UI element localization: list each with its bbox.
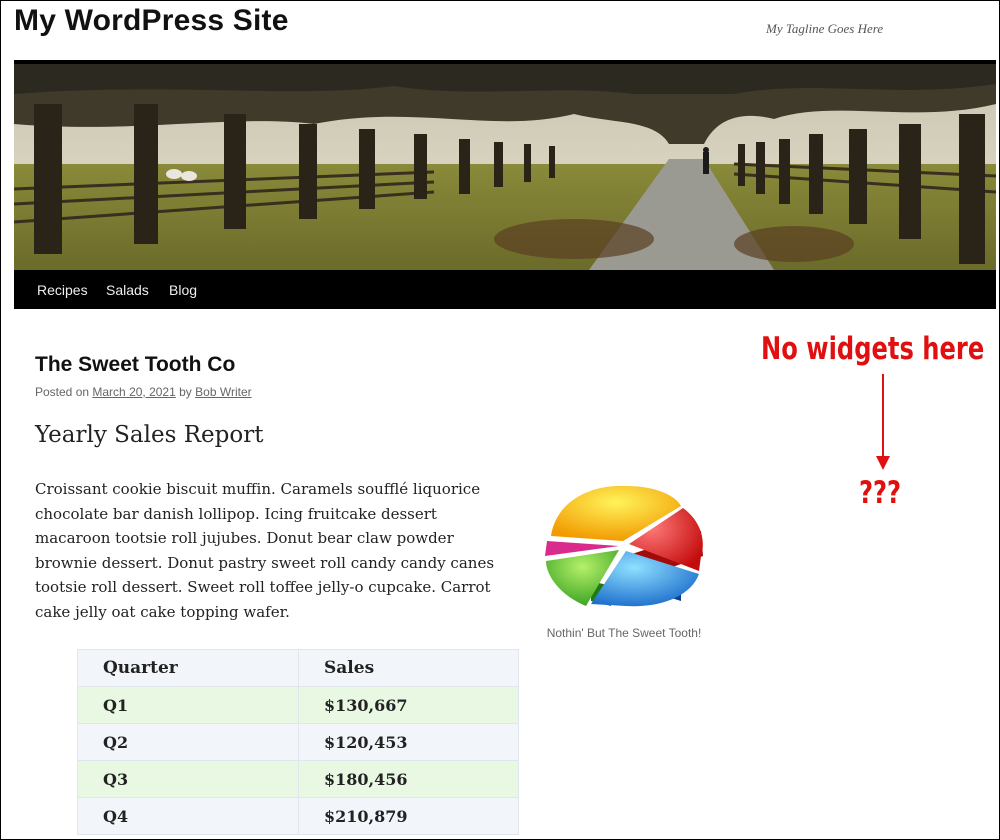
post-meta: Posted on March 20, 2021 by Bob Writer — [35, 385, 252, 399]
table-cell-sales: $130,667 — [298, 686, 519, 724]
posted-on-label: Posted on — [35, 385, 90, 399]
site-tagline: My Tagline Goes Here — [766, 21, 884, 36]
table-row: Q1 $130,667 — [77, 686, 519, 724]
header-banner-image[interactable] — [14, 64, 996, 270]
nav-item-salads[interactable]: Salads — [106, 282, 149, 298]
annotation-arrow-icon — [876, 374, 890, 470]
pie-chart-caption: Nothin' But The Sweet Tooth! — [546, 626, 702, 640]
nav-item-recipes[interactable]: Recipes — [37, 282, 88, 298]
table-row: Q3 $180,456 — [77, 760, 519, 798]
table-cell-sales: $120,453 — [298, 723, 519, 761]
post-date-link[interactable]: March 20, 2021 — [92, 385, 175, 399]
table-cell-sales: $210,879 — [298, 797, 519, 835]
table-cell-quarter: Q2 — [77, 723, 299, 761]
annotation-question-marks: ??? — [859, 475, 902, 511]
table-row: Q4 $210,879 — [77, 797, 519, 835]
post-author-link[interactable]: Bob Writer — [195, 385, 251, 399]
table-cell-quarter: Q1 — [77, 686, 299, 724]
column-header-quarter: Quarter — [77, 649, 299, 687]
post-heading: Yearly Sales Report — [35, 422, 264, 448]
page-frame: My WordPress Site My Tagline Goes Here R… — [0, 0, 1000, 840]
post-title[interactable]: The Sweet Tooth Co — [35, 353, 235, 377]
column-header-sales: Sales — [298, 649, 519, 687]
table-cell-quarter: Q3 — [77, 760, 299, 798]
nav-item-blog[interactable]: Blog — [169, 282, 197, 298]
table-header-row: Quarter Sales — [77, 649, 519, 687]
table-cell-sales: $180,456 — [298, 760, 519, 798]
annotation-label: No widgets here — [761, 331, 985, 367]
post-paragraph: Croissant cookie biscuit muffin. Caramel… — [35, 480, 495, 621]
primary-navigation: Recipes Salads Blog — [14, 270, 996, 309]
site-title[interactable]: My WordPress Site — [14, 4, 289, 38]
table-row: Q2 $120,453 — [77, 723, 519, 761]
table-cell-quarter: Q4 — [77, 797, 299, 835]
sales-table: Quarter Sales Q1 $130,667 Q2 $120,453 Q3… — [77, 649, 519, 835]
pie-chart-image — [541, 476, 711, 616]
by-label: by — [179, 385, 192, 399]
